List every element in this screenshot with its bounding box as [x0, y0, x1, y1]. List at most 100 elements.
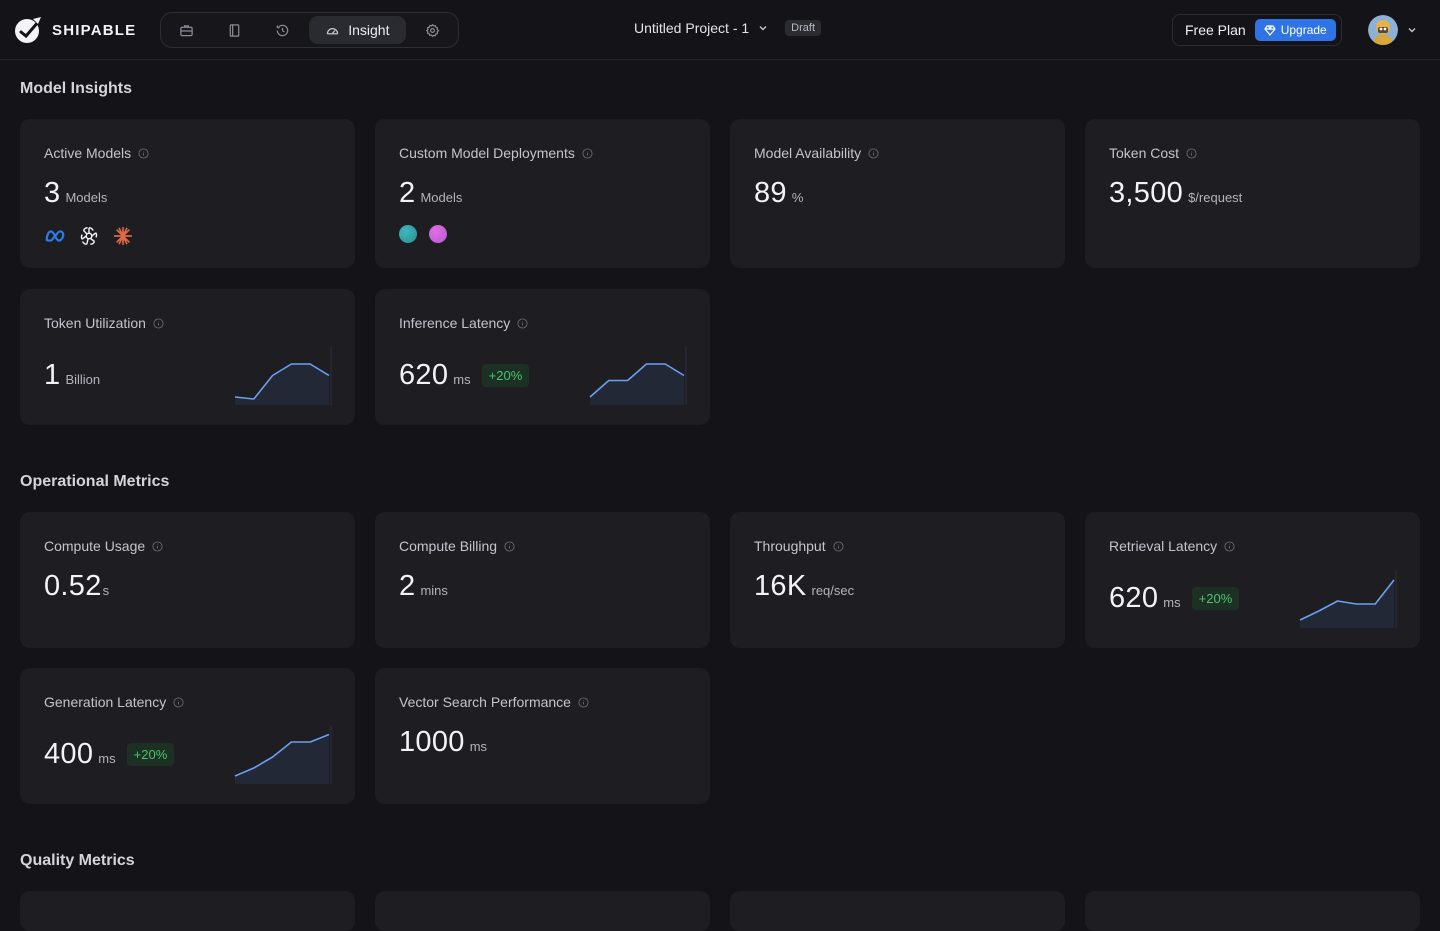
- metric-unit: ms: [1163, 595, 1181, 610]
- shipable-logo-icon: [15, 17, 41, 43]
- metric: 620 ms +20%: [399, 359, 530, 392]
- metric: 16K req/sec: [754, 570, 854, 603]
- info-icon[interactable]: [517, 317, 528, 329]
- book-button[interactable]: [213, 16, 257, 44]
- metric-value: 620: [1109, 582, 1159, 614]
- briefcase-button[interactable]: [165, 16, 209, 44]
- card-title-text: Custom Model Deployments: [399, 145, 575, 161]
- tab-insight[interactable]: Insight: [308, 16, 407, 44]
- anthropic-logo-icon: [113, 226, 133, 246]
- metric-unit: Models: [65, 190, 108, 205]
- info-icon[interactable]: [152, 540, 163, 552]
- brand-name: SHIPABLE: [52, 21, 137, 39]
- settings-button[interactable]: [410, 16, 454, 44]
- card-title: Throughput: [754, 538, 844, 554]
- card-title-text: Compute Usage: [44, 538, 146, 554]
- model-logos: [399, 225, 447, 243]
- gauge-icon: [326, 27, 339, 34]
- delta-badge: +20%: [1191, 587, 1240, 610]
- chevron-down-icon: [1408, 28, 1416, 33]
- upgrade-label: Upgrade: [1280, 23, 1327, 37]
- chevron-down-icon: [759, 26, 767, 31]
- card-title: Compute Billing: [399, 538, 515, 554]
- metric: 2 mins: [399, 570, 448, 603]
- metric-value: 400: [44, 738, 94, 770]
- card-quality-3[interactable]: [730, 891, 1065, 931]
- section-title-model-insights: Model Insights: [20, 80, 132, 97]
- meta-logo-icon: [45, 230, 65, 242]
- card-compute-billing[interactable]: Compute Billing 2 mins: [375, 512, 710, 648]
- card-compute-usage[interactable]: Compute Usage 0.52 s: [20, 512, 355, 648]
- inference-latency-sparkline: [589, 347, 687, 405]
- project-selector[interactable]: Untitled Project - 1 Draft: [634, 20, 822, 36]
- card-quality-4[interactable]: [1085, 891, 1420, 931]
- metric: 3,500 $/request: [1109, 177, 1242, 210]
- info-icon[interactable]: [868, 147, 879, 159]
- info-icon[interactable]: [582, 147, 593, 159]
- card-quality-1[interactable]: [20, 891, 355, 931]
- info-icon[interactable]: [504, 540, 515, 552]
- brand[interactable]: SHIPABLE: [14, 16, 136, 44]
- section-title-quality-metrics: Quality Metrics: [20, 852, 135, 869]
- card-title: Token Utilization: [44, 315, 164, 331]
- info-icon[interactable]: [578, 696, 589, 708]
- card-title-text: Active Models: [44, 145, 132, 161]
- card-throughput[interactable]: Throughput 16K req/sec: [730, 512, 1065, 648]
- metric-value: 0.52: [44, 570, 102, 602]
- card-title-text: Compute Billing: [399, 538, 498, 554]
- card-title: Token Cost: [1109, 145, 1197, 161]
- book-icon: [229, 23, 240, 37]
- metric-value: 3: [44, 177, 61, 209]
- metric: 620 ms +20%: [1109, 582, 1240, 615]
- card-title: Generation Latency: [44, 694, 184, 710]
- card-title: Custom Model Deployments: [399, 145, 593, 161]
- project-name: Untitled Project - 1: [634, 20, 750, 36]
- card-vector-search[interactable]: Vector Search Performance 1000 ms: [375, 668, 710, 804]
- metric-unit: Models: [420, 190, 463, 205]
- card-quality-2[interactable]: [375, 891, 710, 931]
- metric-value: 89: [754, 177, 787, 209]
- sparkline-area: [235, 734, 329, 784]
- card-token-cost[interactable]: Token Cost 3,500 $/request: [1085, 119, 1420, 268]
- info-icon[interactable]: [138, 147, 149, 159]
- tab-insight-label: Insight: [348, 22, 390, 38]
- history-button[interactable]: [261, 16, 305, 44]
- info-icon[interactable]: [153, 317, 164, 329]
- metric-unit: ms: [98, 751, 116, 766]
- metric-unit: %: [791, 190, 804, 205]
- avatar: [1368, 15, 1398, 45]
- card-active-models[interactable]: Active Models 3 Models: [20, 119, 355, 268]
- user-menu[interactable]: [1368, 15, 1418, 45]
- card-title-text: Vector Search Performance: [399, 694, 571, 710]
- briefcase-icon: [180, 24, 194, 36]
- upgrade-button[interactable]: Upgrade: [1254, 19, 1336, 41]
- card-inference-latency[interactable]: Inference Latency 620 ms +20%: [375, 289, 710, 425]
- generation-latency-sparkline: [234, 726, 332, 784]
- info-icon[interactable]: [173, 696, 184, 708]
- token-utilization-sparkline: [234, 347, 332, 405]
- card-generation-latency[interactable]: Generation Latency 400 ms +20%: [20, 668, 355, 804]
- info-icon[interactable]: [1186, 147, 1197, 159]
- info-icon[interactable]: [1224, 540, 1235, 552]
- custom-model-dot: [429, 225, 447, 243]
- info-icon[interactable]: [833, 540, 844, 552]
- card-token-utilization[interactable]: Token Utilization 1 Billion: [20, 289, 355, 425]
- card-title: Model Availability: [754, 145, 879, 161]
- gear-icon: [425, 23, 440, 37]
- metric-unit: mins: [420, 583, 448, 598]
- card-retrieval-latency[interactable]: Retrieval Latency 620 ms +20%: [1085, 512, 1420, 648]
- card-title-text: Generation Latency: [44, 694, 167, 710]
- history-icon: [276, 24, 289, 36]
- card-custom-deployments[interactable]: Custom Model Deployments 2 Models: [375, 119, 710, 268]
- main-toolbar: Insight: [160, 12, 459, 48]
- card-title: Active Models: [44, 145, 149, 161]
- plan-label: Free Plan: [1185, 22, 1246, 38]
- card-title: Vector Search Performance: [399, 694, 589, 710]
- card-title-text: Token Utilization: [44, 315, 146, 331]
- metric: 0.52 s: [44, 570, 109, 603]
- card-title-text: Retrieval Latency: [1109, 538, 1218, 554]
- card-title: Compute Usage: [44, 538, 163, 554]
- model-logos: [44, 225, 134, 247]
- metric-unit: $/request: [1188, 190, 1243, 205]
- card-model-availability[interactable]: Model Availability 89 %: [730, 119, 1065, 268]
